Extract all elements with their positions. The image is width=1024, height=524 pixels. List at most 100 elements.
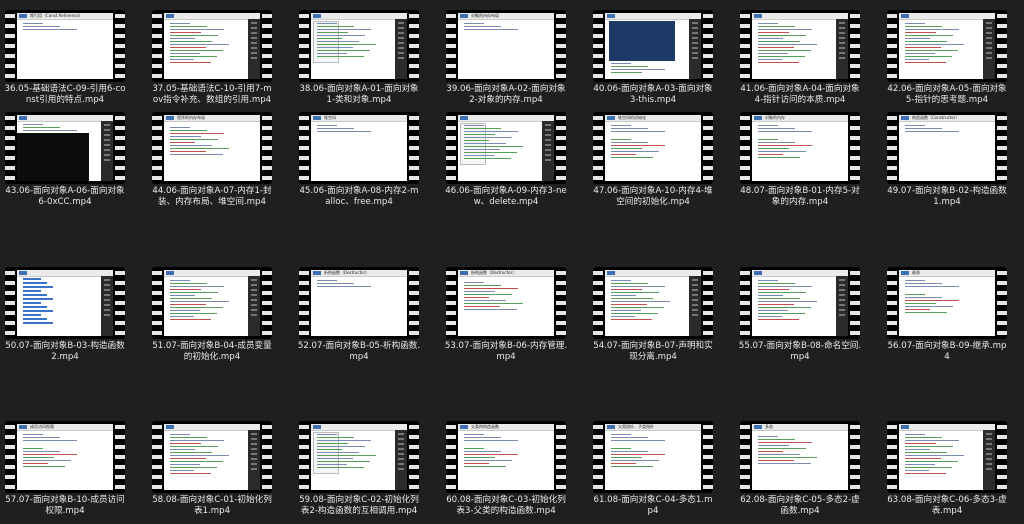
- file-name-label[interactable]: 48.07-面向对象B-01-内存5-对象的内存.mp4: [738, 186, 862, 208]
- code-line: [170, 44, 229, 45]
- code-line: [464, 285, 501, 286]
- slide-header-bar: [164, 13, 260, 20]
- file-name-label[interactable]: 47.06-面向对象A-10-内存4-堆空间的初始化.mp4: [591, 186, 715, 208]
- film-strip-perforation: [115, 421, 125, 493]
- file-name-label[interactable]: 38.06-面向对象A-01-面向对象1-类和对象.mp4: [297, 84, 421, 106]
- code-line: [170, 295, 195, 296]
- file-name-label[interactable]: 54.07-面向对象B-07-声明和实现分离.mp4: [591, 341, 715, 363]
- file-name-label[interactable]: 56.07-面向对象B-09-继承.mp4: [885, 341, 1009, 363]
- side-panel-item: [251, 57, 257, 59]
- film-thumbnail[interactable]: 堆空间: [299, 112, 419, 184]
- film-strip-perforation: [5, 112, 15, 184]
- film-thumbnail[interactable]: [152, 421, 272, 493]
- file-name-label[interactable]: 49.07-面向对象B-02-构造函数1.mp4: [885, 186, 1009, 208]
- code-line: [758, 154, 783, 155]
- file-name-label[interactable]: 44.06-面向对象A-07-内存1-封装、内存布局、堆空间.mp4: [150, 186, 274, 208]
- film-thumbnail[interactable]: 继承: [887, 267, 1007, 339]
- file-name-label[interactable]: 59.08-面向对象C-02-初始化列表2-构造函数的互相调用.mp4: [297, 495, 421, 517]
- side-panel-item: [398, 458, 404, 460]
- file-name-label[interactable]: 36.05-基础语法C-09-引用6-const引用的特点.mp4: [3, 84, 127, 106]
- code-line: [758, 142, 795, 143]
- film-thumbnail[interactable]: [152, 267, 272, 339]
- code-line: [170, 32, 201, 33]
- code-line: [170, 316, 194, 317]
- film-thumbnail[interactable]: 析构函数（Destructor）: [299, 267, 419, 339]
- file-name-label[interactable]: 50.07-面向对象B-03-构造函数2.mp4: [3, 341, 127, 363]
- film-thumbnail[interactable]: 多态: [740, 421, 860, 493]
- file-name-label[interactable]: 41.06-面向对象A-04-面向对象4-指针访问的本质.mp4: [738, 84, 862, 106]
- ide-side-panel: [101, 121, 113, 181]
- film-strip-perforation: [409, 421, 419, 493]
- slide-header-bar: [605, 13, 701, 20]
- slide-title: 父类的构造函数: [471, 424, 499, 429]
- side-panel-item: [986, 32, 992, 34]
- film-thumbnail[interactable]: 父类指针、子类指针: [593, 421, 713, 493]
- film-thumbnail[interactable]: [593, 267, 713, 339]
- code-line: [758, 307, 811, 308]
- film-thumbnail[interactable]: 堆空间的初始化: [593, 112, 713, 184]
- dialog-window: [609, 21, 675, 61]
- ide-side-panel: [101, 276, 113, 336]
- code-line: [170, 50, 223, 51]
- file-name-label[interactable]: 42.06-面向对象A-05-面向对象5-指针的思考题.mp4: [885, 84, 1009, 106]
- code-line: [611, 295, 636, 296]
- film-thumbnail[interactable]: 构造函数（Constructor）: [887, 112, 1007, 184]
- video-frame-preview: [605, 270, 701, 336]
- film-strip-perforation: [740, 421, 750, 493]
- file-name-label[interactable]: 53.07-面向对象B-06-内存管理.mp4: [444, 341, 568, 363]
- film-thumbnail[interactable]: 程序的内存布局: [152, 112, 272, 184]
- file-name-label[interactable]: 40.06-面向对象A-03-面向对象3-this.mp4: [591, 84, 715, 106]
- film-thumbnail[interactable]: 常引用（Const Reference）: [5, 10, 125, 82]
- code-line: [464, 454, 518, 455]
- film-thumbnail[interactable]: [740, 10, 860, 82]
- video-frame-preview: 成员访问权限: [17, 424, 113, 490]
- film-thumbnail[interactable]: [740, 267, 860, 339]
- file-name-label[interactable]: 39.06-面向对象A-02-面向对象2-对象的内存.mp4: [444, 84, 568, 106]
- code-line: [317, 467, 364, 468]
- file-name-label[interactable]: 37.05-基础语法C-10-引用7-mov指令补充、数组的引用.mp4: [150, 84, 274, 106]
- film-strip-perforation: [409, 10, 419, 82]
- file-name-label[interactable]: 43.06-面向对象A-06-面向对象6-0xCC.mp4: [3, 186, 127, 208]
- file-name-label[interactable]: 62.08-面向对象C-05-多态2-虚函数.mp4: [738, 495, 862, 517]
- video-frame-preview: 对象的内存布局: [458, 13, 554, 79]
- code-line: [23, 463, 48, 464]
- code-line: [758, 436, 778, 437]
- film-thumbnail[interactable]: [152, 10, 272, 82]
- film-thumbnail[interactable]: 对象的内存: [740, 112, 860, 184]
- film-thumbnail[interactable]: [5, 267, 125, 339]
- film-thumbnail[interactable]: [593, 10, 713, 82]
- code-line: [905, 297, 942, 298]
- slide-header-bar: [899, 424, 995, 431]
- slide-logo-icon: [901, 425, 909, 429]
- side-panel-item: [398, 47, 404, 49]
- film-thumbnail[interactable]: 对象的内存布局: [446, 10, 566, 82]
- film-thumbnail[interactable]: 父类的构造函数: [446, 421, 566, 493]
- file-name-label[interactable]: 58.08-面向对象C-01-初始化列表1.mp4: [150, 495, 274, 517]
- file-name-label[interactable]: 57.07-面向对象B-10-成员访问权限.mp4: [3, 495, 127, 517]
- side-panel-item: [545, 144, 551, 146]
- code-line: [170, 154, 223, 155]
- film-thumbnail[interactable]: [887, 421, 1007, 493]
- film-strip-perforation: [556, 421, 566, 493]
- file-name-label[interactable]: 61.08-面向对象C-04-多态1.mp4: [591, 495, 715, 517]
- code-line: [611, 437, 648, 438]
- ide-side-panel: [689, 19, 701, 79]
- film-thumbnail[interactable]: 析构函数（Destructor）: [446, 267, 566, 339]
- file-name-label[interactable]: 51.07-面向对象B-04-成员变量的初始化.mp4: [150, 341, 274, 363]
- file-name-label[interactable]: 60.08-面向对象C-03-初始化列表3-父类的构造函数.mp4: [444, 495, 568, 517]
- file-name-label[interactable]: 46.06-面向对象A-09-内存3-new、delete.mp4: [444, 186, 568, 208]
- side-panel-item: [104, 134, 110, 136]
- side-panel-item: [545, 159, 551, 161]
- slide-logo-icon: [607, 116, 615, 120]
- film-thumbnail[interactable]: [299, 421, 419, 493]
- film-thumbnail[interactable]: [5, 112, 125, 184]
- film-thumbnail[interactable]: [446, 112, 566, 184]
- list-line: [23, 278, 41, 280]
- file-name-label[interactable]: 45.06-面向对象A-08-内存2-malloc、free.mp4: [297, 186, 421, 208]
- file-name-label[interactable]: 52.07-面向对象B-05-析构函数.mp4: [297, 341, 421, 363]
- film-thumbnail[interactable]: 成员访问权限: [5, 421, 125, 493]
- film-thumbnail[interactable]: [299, 10, 419, 82]
- file-name-label[interactable]: 63.08-面向对象C-06-多态3-虚表.mp4: [885, 495, 1009, 517]
- film-thumbnail[interactable]: [887, 10, 1007, 82]
- file-name-label[interactable]: 55.07-面向对象B-08-命名空间.mp4: [738, 341, 862, 363]
